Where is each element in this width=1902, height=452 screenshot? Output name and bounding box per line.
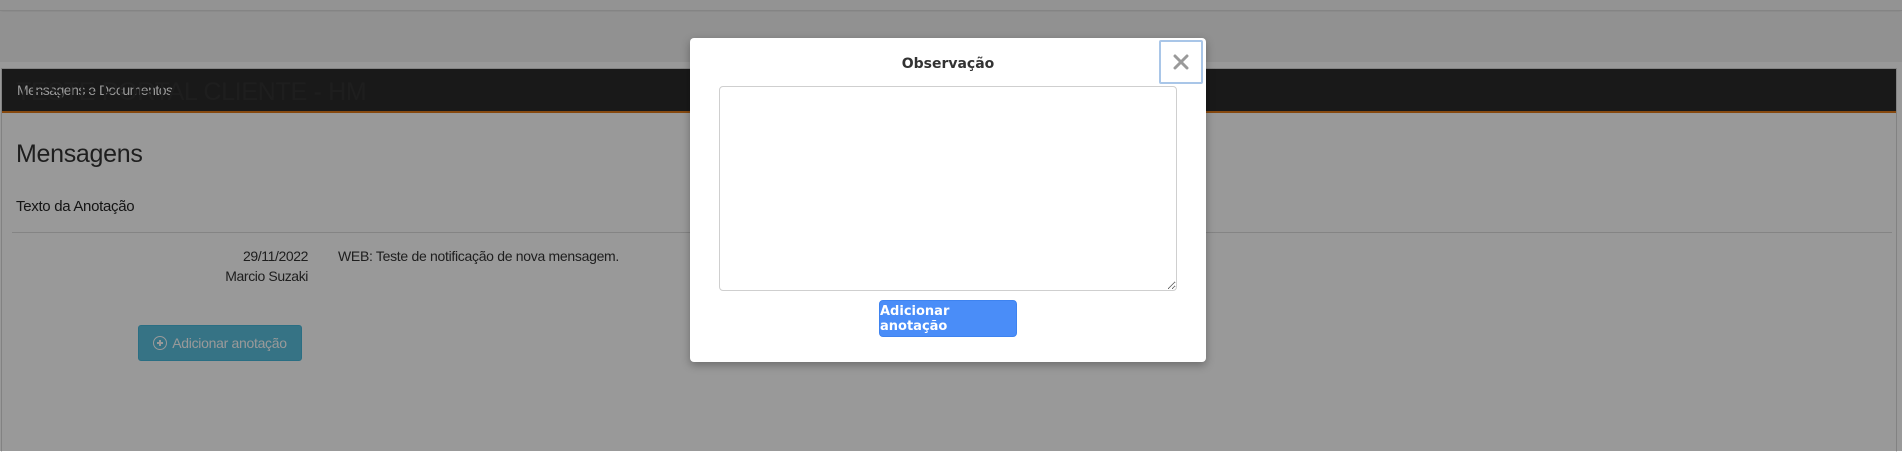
modal-title: Observação: [901, 56, 995, 72]
modal-add-annotation-button[interactable]: Adicionar anotação: [879, 300, 1017, 337]
observation-textarea[interactable]: [719, 86, 1177, 291]
page: Mensagens e Documentos TESTE PORTAL CLIE…: [0, 0, 1902, 452]
close-icon: [1173, 54, 1189, 70]
observation-modal: Observação Adicionar anotação: [690, 38, 1206, 362]
close-button[interactable]: [1159, 40, 1203, 84]
